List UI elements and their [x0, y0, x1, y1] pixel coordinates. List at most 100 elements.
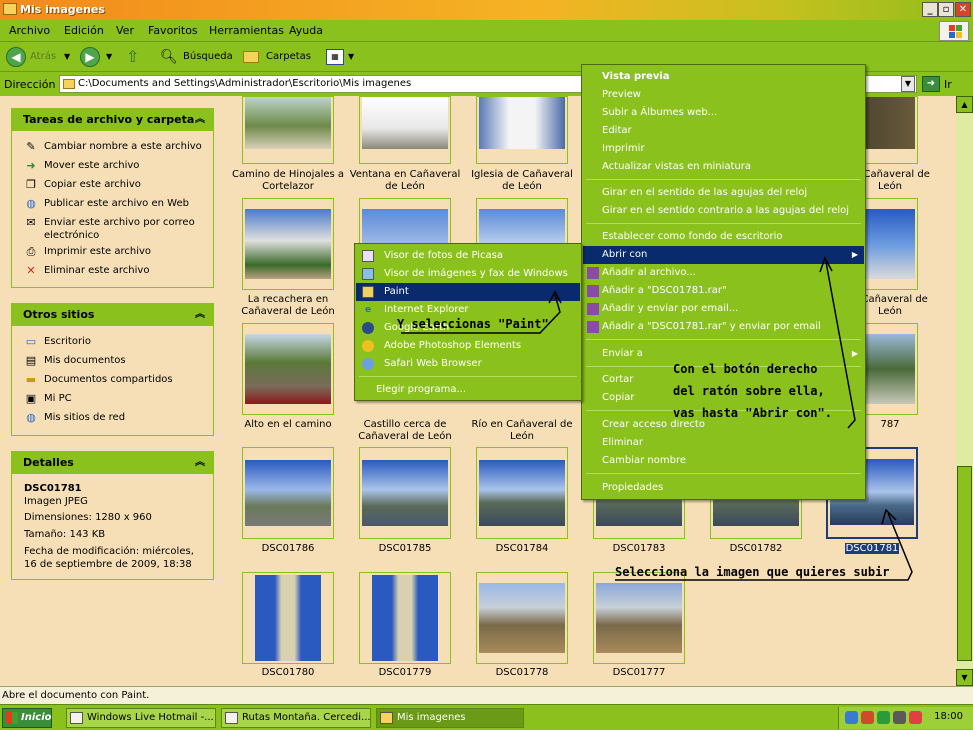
app-photoshop-elements[interactable]: Adobe Photoshop Elements	[356, 337, 580, 355]
security-tray-icon[interactable]	[909, 711, 922, 724]
task-move[interactable]: ➜ Mover este archivo	[24, 159, 139, 172]
back-button[interactable]: Atrás	[30, 47, 56, 67]
menu-herramientas[interactable]: Herramientas	[209, 24, 284, 37]
task-email[interactable]: ✉ Enviar este archivo por correo electrón…	[24, 216, 209, 242]
menu-item-send-to[interactable]: Enviar a ▶	[583, 345, 864, 363]
thumbnail[interactable]	[242, 96, 334, 164]
scroll-up-icon[interactable]: ▲	[956, 96, 973, 113]
menu-item-label: Añadir al archivo...	[602, 267, 696, 278]
place-desktop[interactable]: ▭ Escritorio	[24, 335, 91, 348]
menu-item-refresh-thumbnails[interactable]: Actualizar vistas en miniatura	[583, 158, 864, 176]
search-button[interactable]: Búsqueda	[183, 47, 233, 67]
menu-item-rename[interactable]: Cambiar nombre	[583, 452, 864, 470]
menu-separator	[586, 339, 861, 340]
thumbnail-caption: Ventana en Cañaveral de León	[349, 169, 461, 192]
views-icon[interactable]: ▦	[326, 49, 344, 65]
back-arrow-icon[interactable]: ◀	[6, 47, 26, 67]
thumbnail-caption: DSC01786	[261, 543, 315, 554]
task-label: Rutas Montaña. Cercedi...	[242, 712, 371, 723]
search-icon[interactable]: 🔍︎	[160, 47, 178, 67]
thumbnail[interactable]	[359, 447, 451, 539]
app-paint[interactable]: Paint	[356, 283, 580, 301]
thumbnail[interactable]	[359, 96, 451, 164]
places-panel-header[interactable]: Otros sitios ︽	[12, 304, 213, 326]
place-shared-documents[interactable]: ▬ Documentos compartidos	[24, 373, 173, 386]
thumbnail[interactable]	[476, 96, 568, 164]
folders-button[interactable]: Carpetas	[266, 47, 311, 67]
menu-item-open-with[interactable]: Abrir con ▶	[583, 246, 864, 264]
go-arrow-icon[interactable]: ➜	[922, 76, 940, 92]
close-button[interactable]: ✕	[955, 2, 971, 17]
menu-item-preview[interactable]: Preview	[583, 86, 864, 104]
task-hotmail[interactable]: Windows Live Hotmail -...	[66, 708, 216, 728]
menu-item-add-email[interactable]: Añadir y enviar por email...	[583, 300, 864, 318]
thumbnail[interactable]	[359, 572, 451, 664]
tasks-panel-header[interactable]: Tareas de archivo y carpeta ︽	[12, 109, 213, 131]
thumbnail[interactable]	[242, 198, 334, 290]
thumbnail[interactable]	[242, 323, 334, 415]
menu-item-add-rar-email[interactable]: Añadir a "DSC01781.rar" y enviar por ema…	[583, 318, 864, 336]
network-tray-icon[interactable]	[845, 711, 858, 724]
menu-item-rotate-cw[interactable]: Girar en el sentido de las agujas del re…	[583, 184, 864, 202]
menu-archivo[interactable]: Archivo	[9, 24, 50, 37]
back-dropdown-icon[interactable]: ▼	[64, 47, 70, 67]
collapse-icon[interactable]: ︽	[195, 304, 205, 326]
details-panel-header[interactable]: Detalles ︽	[12, 452, 213, 474]
menu-favoritos[interactable]: Favoritos	[148, 24, 198, 37]
thumbnail[interactable]	[593, 572, 685, 664]
task-publish[interactable]: ◍ Publicar este archivo en Web	[24, 197, 189, 210]
up-folder-icon[interactable]: ⇧	[126, 47, 139, 67]
app-safari[interactable]: Safari Web Browser	[356, 355, 580, 373]
menu-ayuda[interactable]: Ayuda	[289, 24, 323, 37]
scrollbar-thumb[interactable]	[957, 466, 972, 661]
folders-icon[interactable]	[243, 51, 259, 63]
task-delete[interactable]: ✕ Eliminar este archivo	[24, 264, 149, 277]
app-picasa[interactable]: Visor de fotos de Picasa	[356, 247, 580, 265]
task-copy[interactable]: ❐ Copiar este archivo	[24, 178, 141, 191]
task-rename[interactable]: ✎ Cambiar nombre a este archivo	[24, 140, 201, 153]
thumbnail[interactable]	[476, 447, 568, 539]
minimize-button[interactable]: _	[922, 2, 938, 17]
place-my-documents[interactable]: ▤ Mis documentos	[24, 354, 126, 367]
menu-item-upload-albums[interactable]: Subir a Álbumes web...	[583, 104, 864, 122]
place-my-pc[interactable]: ▣ Mi PC	[24, 392, 72, 405]
go-button[interactable]: Ir	[944, 78, 952, 91]
copy-icon: ❐	[26, 178, 36, 191]
app-choose-program[interactable]: Elegir programa...	[356, 381, 580, 399]
forward-dropdown-icon[interactable]: ▼	[106, 47, 112, 67]
collapse-icon[interactable]: ︽	[195, 109, 205, 131]
address-dropdown-icon[interactable]: ▼	[901, 76, 915, 92]
forward-arrow-icon[interactable]: ▶	[80, 47, 100, 67]
thumbnail[interactable]	[242, 572, 334, 664]
menu-item-rotate-ccw[interactable]: Girar en el sentido contrario a las aguj…	[583, 202, 864, 220]
thumbnail[interactable]	[242, 447, 334, 539]
photoshop-icon	[362, 340, 374, 352]
menu-item-vista-previa[interactable]: Vista previa	[583, 68, 864, 86]
menu-item-properties[interactable]: Propiedades	[583, 479, 864, 497]
task-mis-imagenes[interactable]: Mis imagenes	[376, 708, 524, 728]
menu-edicion[interactable]: Edición	[64, 24, 104, 37]
vertical-scrollbar[interactable]: ▲ ▼	[956, 96, 973, 686]
menu-item-delete[interactable]: Eliminar	[583, 434, 864, 452]
scroll-down-icon[interactable]: ▼	[956, 669, 973, 686]
task-label: Windows Live Hotmail -...	[87, 712, 214, 723]
menu-item-print[interactable]: Imprimir	[583, 140, 864, 158]
collapse-icon[interactable]: ︽	[195, 452, 205, 474]
antivirus-tray-icon[interactable]	[861, 711, 874, 724]
task-rutas[interactable]: Rutas Montaña. Cercedi...	[221, 708, 371, 728]
start-button[interactable]: Inicio	[2, 708, 52, 728]
app-label: Safari Web Browser	[384, 358, 482, 369]
menu-item-edit[interactable]: Editar	[583, 122, 864, 140]
app-windows-viewer[interactable]: Visor de imágenes y fax de Windows	[356, 265, 580, 283]
task-print[interactable]: ⎙ Imprimir este archivo	[24, 245, 151, 258]
place-network[interactable]: ◍ Mis sitios de red	[24, 411, 125, 424]
menu-item-add-rar[interactable]: Añadir a "DSC01781.rar"	[583, 282, 864, 300]
menu-ver[interactable]: Ver	[116, 24, 134, 37]
menu-item-add-archive[interactable]: Añadir al archivo...	[583, 264, 864, 282]
volume-tray-icon[interactable]	[893, 711, 906, 724]
views-dropdown-icon[interactable]: ▼	[348, 47, 354, 67]
menu-item-set-wallpaper[interactable]: Establecer como fondo de escritorio	[583, 228, 864, 246]
maximize-button[interactable]: ▫	[938, 2, 954, 17]
thumbnail[interactable]	[476, 572, 568, 664]
update-tray-icon[interactable]	[877, 711, 890, 724]
